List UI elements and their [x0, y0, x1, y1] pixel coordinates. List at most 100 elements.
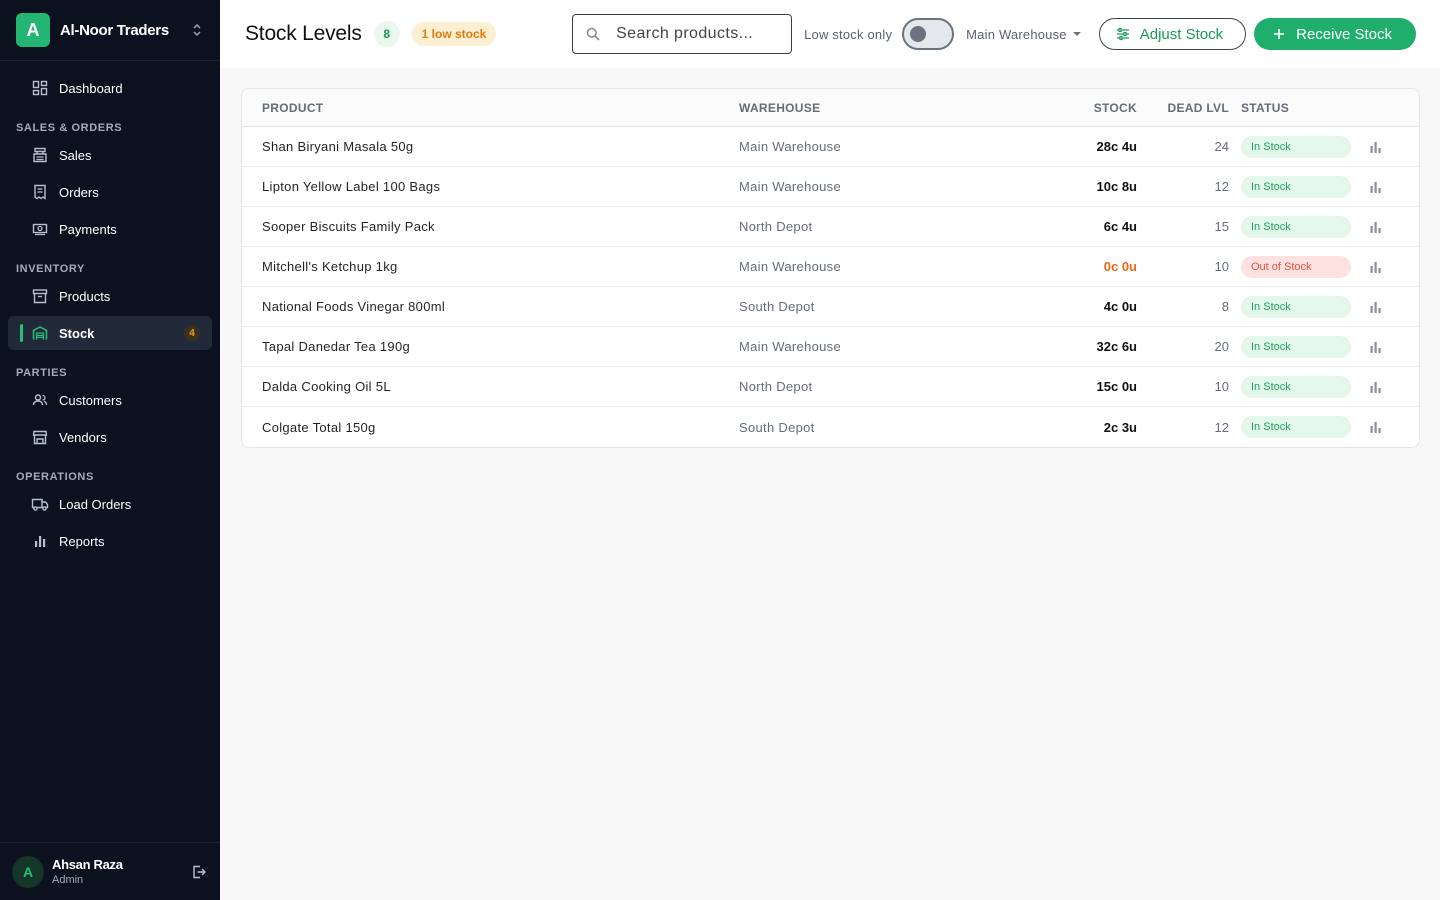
product-count-badge: 8	[373, 21, 400, 47]
cell-product: Shan Biryani Masala 50g	[262, 139, 414, 154]
cell-warehouse: North Depot	[739, 219, 813, 234]
cell-status: In Stock	[1229, 295, 1351, 318]
cell-status: In Stock	[1229, 335, 1351, 358]
column-header-warehouse[interactable]: WAREHOUSE	[739, 101, 1059, 115]
truck-icon	[31, 495, 49, 513]
sidebar-item-label: Products	[59, 288, 111, 304]
stock-history-icon[interactable]	[1351, 300, 1401, 314]
cell-product: National Foods Vinegar 800ml	[262, 299, 446, 314]
column-header-dead-level[interactable]: DEAD LVL	[1137, 101, 1229, 115]
cell-status: In Stock	[1229, 175, 1351, 198]
warehouse-icon	[31, 324, 49, 342]
cell-status: Out of Stock	[1229, 255, 1351, 278]
main-nav: Dashboard SALES & ORDERS Sales Orders Pa…	[0, 61, 220, 558]
sidebar-item-label: Load Orders	[59, 496, 132, 512]
cell-product: Colgate Total 150g	[262, 419, 376, 435]
cell-status: In Stock	[1229, 135, 1351, 158]
nav-section-sales: SALES & ORDERS	[16, 122, 123, 134]
bar-chart-icon	[31, 532, 49, 550]
sidebar-item-orders[interactable]: Orders	[8, 175, 212, 209]
users-icon	[31, 391, 49, 409]
cell-warehouse: Main Warehouse	[739, 179, 841, 194]
plus-icon	[1272, 27, 1286, 41]
sidebar-item-label: Payments	[59, 221, 117, 237]
low-stock-toggle[interactable]	[902, 18, 955, 50]
sliders-icon	[1116, 27, 1130, 41]
cell-dead-level: 10	[1214, 259, 1229, 274]
cell-status: In Stock	[1229, 375, 1351, 398]
cell-product: Mitchell's Ketchup 1kg	[262, 259, 398, 274]
cell-status: In Stock	[1229, 215, 1351, 238]
sidebar-item-label: Stock	[59, 325, 95, 341]
stock-history-icon[interactable]	[1351, 420, 1401, 434]
status-badge: In Stock	[1241, 175, 1351, 198]
sidebar-item-products[interactable]: Products	[8, 279, 212, 313]
stock-history-icon[interactable]	[1351, 140, 1401, 154]
brand-switcher[interactable]: A Al-Noor Traders	[0, 0, 220, 61]
table-row[interactable]: Dalda Cooking Oil 5L North Depot 15c 0u …	[242, 367, 1419, 407]
brand-name: Al-Noor Traders	[60, 21, 169, 39]
low-stock-badge: 1 low stock	[411, 22, 497, 46]
search-input[interactable]	[616, 25, 777, 43]
sidebar-item-payments[interactable]: Payments	[8, 212, 212, 246]
sidebar-item-sales[interactable]: Sales	[8, 138, 212, 172]
table-row[interactable]: National Foods Vinegar 800ml South Depot…	[242, 287, 1419, 327]
user-name: Ahsan Raza	[52, 857, 123, 872]
search-box	[572, 14, 793, 54]
cell-product: Dalda Cooking Oil 5L	[262, 379, 391, 394]
logout-icon[interactable]	[190, 863, 208, 881]
sidebar-item-vendors[interactable]: Vendors	[8, 420, 212, 454]
sidebar-item-load-orders[interactable]: Load Orders	[8, 487, 212, 521]
stock-history-icon[interactable]	[1351, 260, 1401, 274]
status-badge: Out of Stock	[1241, 255, 1351, 278]
page-title: Stock Levels	[245, 22, 362, 45]
sidebar-item-reports[interactable]: Reports	[8, 524, 212, 558]
cell-stock: 15c 0u	[1096, 379, 1137, 394]
search-icon	[585, 26, 601, 42]
cell-dead-level: 8	[1221, 299, 1229, 314]
cell-warehouse: South Depot	[739, 419, 815, 435]
brand-logo: A	[16, 13, 50, 47]
cell-warehouse: Main Warehouse	[739, 139, 841, 154]
cell-stock: 32c 6u	[1096, 339, 1137, 354]
stock-history-icon[interactable]	[1351, 340, 1401, 354]
receive-stock-button[interactable]: Receive Stock	[1254, 18, 1416, 50]
cell-stock: 4c 0u	[1103, 299, 1137, 314]
cell-warehouse: North Depot	[739, 379, 813, 394]
table-row[interactable]: Shan Biryani Masala 50g Main Warehouse 2…	[242, 127, 1419, 167]
cell-dead-level: 20	[1214, 339, 1229, 354]
sidebar-item-customers[interactable]: Customers	[8, 383, 212, 417]
table-row[interactable]: Sooper Biscuits Family Pack North Depot …	[242, 207, 1419, 247]
cell-dead-level: 24	[1214, 139, 1229, 154]
cell-dead-level: 10	[1214, 379, 1229, 394]
sidebar-item-dashboard[interactable]: Dashboard	[8, 71, 212, 105]
column-header-status[interactable]: STATUS	[1229, 101, 1351, 115]
sidebar-item-label: Dashboard	[59, 80, 123, 96]
stock-history-icon[interactable]	[1351, 220, 1401, 234]
cell-dead-level: 12	[1214, 179, 1229, 194]
store-icon	[31, 428, 49, 446]
column-header-stock[interactable]: STOCK	[1059, 101, 1137, 115]
cell-dead-level: 15	[1214, 219, 1229, 234]
table-row[interactable]: Mitchell's Ketchup 1kg Main Warehouse 0c…	[242, 247, 1419, 287]
warehouse-select[interactable]: Main Warehouse	[966, 27, 1081, 42]
receive-stock-label: Receive Stock	[1296, 25, 1392, 43]
table-row[interactable]: Tapal Danedar Tea 190g Main Warehouse 32…	[242, 327, 1419, 367]
sidebar-item-label: Customers	[59, 392, 122, 408]
stock-history-icon[interactable]	[1351, 180, 1401, 194]
sidebar-item-label: Sales	[59, 147, 92, 163]
adjust-stock-button[interactable]: Adjust Stock	[1098, 18, 1247, 50]
table-row[interactable]: Colgate Total 150g South Depot 2c 3u 12 …	[242, 407, 1419, 447]
cell-product: Lipton Yellow Label 100 Bags	[262, 179, 441, 194]
user-profile: A Ahsan Raza Admin	[0, 842, 220, 900]
table-row[interactable]: Lipton Yellow Label 100 Bags Main Wareho…	[242, 167, 1419, 207]
stock-history-icon[interactable]	[1351, 380, 1401, 394]
sidebar-item-stock[interactable]: Stock 4	[8, 316, 212, 350]
cell-status: In Stock	[1229, 416, 1351, 438]
nav-section-inventory: INVENTORY	[16, 263, 85, 275]
cell-stock: 10c 8u	[1096, 179, 1137, 194]
nav-section-operations: OPERATIONS	[16, 471, 94, 483]
column-header-product[interactable]: PRODUCT	[242, 101, 739, 115]
status-badge: In Stock	[1241, 416, 1351, 438]
cell-warehouse: South Depot	[739, 299, 815, 314]
